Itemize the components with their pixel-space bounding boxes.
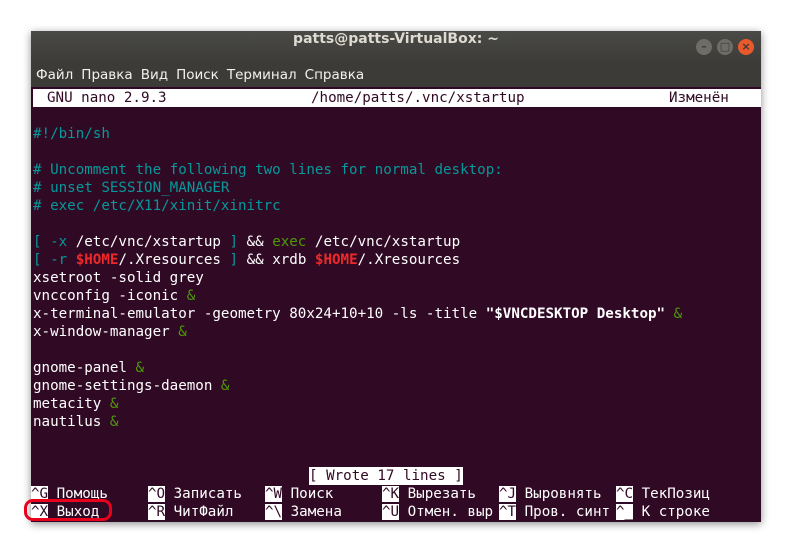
- editor-line: x-window-manager &: [33, 323, 187, 341]
- code-operator: &: [178, 324, 187, 340]
- file-path: /home/patts/.vnc/xstartup: [311, 90, 525, 106]
- code-bracket: ]: [229, 234, 239, 250]
- shortcut-label: Вырезать: [399, 486, 476, 502]
- menu-view[interactable]: Вид: [141, 67, 168, 83]
- shortcut-to-spell[interactable]: ^T Пров. синт: [499, 503, 610, 521]
- shortcut-cur-pos[interactable]: ^C ТекПозиц: [616, 485, 710, 503]
- shortcut-read-file[interactable]: ^R ЧитФайл: [148, 503, 233, 521]
- shortcut-label: Поиск: [282, 486, 334, 502]
- code-text: x-window-manager: [33, 324, 179, 340]
- code-bracket: ]: [229, 252, 239, 268]
- shortcut-label: Записать: [165, 486, 242, 502]
- shortcut-key: ^C: [616, 486, 634, 502]
- code-text: gnome-panel: [33, 360, 136, 376]
- code-text: /.Xresources: [357, 252, 461, 268]
- shortcut-label: Выровнять: [516, 486, 602, 502]
- code-text: /etc/vnc/xstartup: [306, 234, 461, 250]
- minimize-icon[interactable]: –: [696, 39, 712, 55]
- editor-line: #!/bin/sh: [33, 126, 110, 142]
- editor-line: # unset SESSION_MANAGER: [33, 180, 230, 196]
- shortcut-justify[interactable]: ^J Выровнять: [499, 485, 602, 503]
- code-text: /.Xresources: [118, 252, 230, 268]
- code-text: /etc/vnc/xstartup: [67, 234, 230, 250]
- shortcut-write-out[interactable]: ^O Записать: [148, 485, 242, 503]
- editor-line: # Uncomment the following two lines for …: [33, 162, 503, 178]
- code-text: && xrdb: [238, 252, 315, 268]
- shortcut-replace[interactable]: ^\ Замена: [265, 503, 342, 521]
- editor-line: xsetroot -solid grey: [33, 270, 204, 286]
- window-title: patts@patts-VirtualBox: ~: [293, 31, 499, 47]
- shortcut-key: ^R: [148, 504, 166, 520]
- shortcut-where-is[interactable]: ^W Поиск: [265, 485, 333, 503]
- code-bracket: [ -r: [33, 252, 68, 268]
- editor-line: gnome-settings-daemon &: [33, 377, 229, 395]
- editor-line: x-terminal-emulator -geometry 80x24+10+1…: [33, 305, 682, 323]
- shortcut-key: ^U: [382, 504, 400, 520]
- code-text: gnome-settings-daemon: [33, 378, 221, 394]
- editor-line: [ -x /etc/vnc/xstartup ] && exec /etc/vn…: [33, 233, 460, 251]
- shortcut-key: ^K: [382, 486, 400, 502]
- code-operator: &: [665, 306, 683, 322]
- code-text: x-terminal-emulator -geometry 80x24+10+1…: [33, 306, 486, 322]
- code-variable: $HOME: [75, 252, 119, 268]
- editor-line: nautilus &: [33, 413, 118, 431]
- status-message: [ Wrote 17 lines ]: [309, 467, 463, 485]
- shortcut-key: ^W: [265, 486, 283, 502]
- code-text: metacity: [33, 396, 110, 412]
- code-variable: $HOME: [314, 252, 358, 268]
- editor-line: gnome-panel &: [33, 359, 144, 377]
- shortcut-cut-text[interactable]: ^K Вырезать: [382, 485, 476, 503]
- menu-search[interactable]: Поиск: [176, 67, 219, 83]
- shortcut-label: Пров. синт: [516, 504, 611, 520]
- nano-version: GNU nano 2.9.3: [47, 90, 167, 106]
- menu-help[interactable]: Справка: [305, 67, 364, 83]
- code-string: "$VNCDESKTOP Desktop": [485, 306, 666, 322]
- exit-highlight-annotation: [24, 499, 112, 521]
- shortcut-label: К строке: [633, 504, 710, 520]
- code-text: nautilus: [33, 414, 110, 430]
- shortcut-label: ТекПозиц: [633, 486, 710, 502]
- code-operator: &: [135, 360, 145, 376]
- shortcut-uncut[interactable]: ^U Отмен. выр: [382, 503, 493, 521]
- code-text: &&: [238, 234, 273, 250]
- code-operator: &: [186, 288, 196, 304]
- code-operator: &: [220, 378, 230, 394]
- maximize-icon[interactable]: □: [717, 39, 733, 55]
- menu-file[interactable]: Файл: [36, 67, 73, 83]
- shortcut-label: Замена: [282, 504, 342, 520]
- code-operator: &: [109, 414, 119, 430]
- shortcut-go-to-line[interactable]: ^_ К строке: [616, 503, 710, 521]
- shortcut-key: ^O: [148, 486, 166, 502]
- shortcut-label: ЧитФайл: [165, 504, 234, 520]
- editor-line: # exec /etc/X11/xinit/xinitrc: [33, 198, 281, 214]
- editor-line: [ -r $HOME/.Xresources ] && xrdb $HOME/.…: [33, 251, 460, 269]
- shortcut-key: ^_: [616, 504, 634, 520]
- code-keyword: exec: [272, 234, 307, 250]
- nano-header: GNU nano 2.9.3 /home/patts/.vnc/xstartup…: [33, 89, 761, 107]
- shortcut-key: ^J: [499, 486, 517, 502]
- menu-edit[interactable]: Правка: [81, 67, 132, 83]
- shortcut-key: ^\: [265, 504, 283, 520]
- modified-indicator: Изменён: [669, 90, 729, 106]
- code-operator: &: [109, 396, 119, 412]
- code-text: vncconfig -iconic: [33, 288, 187, 304]
- close-icon[interactable]: ×: [738, 39, 754, 55]
- editor-line: vncconfig -iconic &: [33, 287, 195, 305]
- title-bar[interactable]: patts@patts-VirtualBox: ~ – □ ×: [31, 31, 761, 63]
- shortcut-key: ^T: [499, 504, 517, 520]
- code-bracket: [ -x: [33, 234, 68, 250]
- shortcut-label: Отмен. выр: [399, 504, 494, 520]
- terminal-window: patts@patts-VirtualBox: ~ – □ × Файл Пра…: [31, 31, 761, 522]
- editor-line: metacity &: [33, 395, 118, 413]
- menu-bar: Файл Правка Вид Поиск Терминал Справка: [31, 63, 761, 87]
- menu-terminal[interactable]: Терминал: [227, 67, 297, 83]
- terminal-content[interactable]: GNU nano 2.9.3 /home/patts/.vnc/xstartup…: [31, 87, 761, 522]
